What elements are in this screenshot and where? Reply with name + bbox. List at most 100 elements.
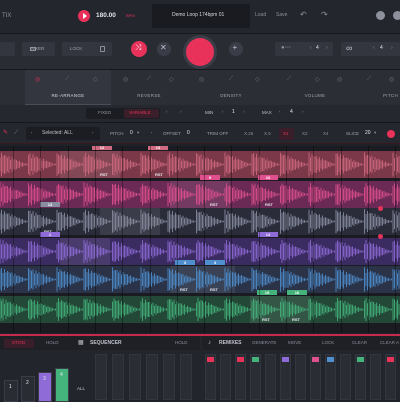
slice-number-flag[interactable]: 3 [175,260,195,265]
save-button[interactable]: Save [276,13,287,18]
chevron-right-icon[interactable]: › [180,109,182,115]
load-button[interactable]: Load [255,13,266,18]
speed-x1-active[interactable]: X1 [279,128,294,140]
waveform-lane[interactable]: 114RST [0,232,400,265]
hold-toggle[interactable]: HOLD [175,340,188,346]
chevron-left-icon[interactable]: ‹ [279,109,281,115]
lock-button[interactable]: LOCK [62,42,112,56]
sequencer-pad[interactable]: 4 [55,368,69,402]
left-stepper[interactable]: ●◦◦◦ ‹ 4 › [275,42,333,56]
slice-number-flag[interactable]: 10 [258,175,278,180]
main-record-button[interactable] [186,38,214,66]
lock-remix-button[interactable]: LOCK [322,340,334,346]
tab-reverse[interactable]: ◎ ⟋ ◇ REVERSE [111,70,187,105]
speed-x2[interactable]: X2 [302,131,308,137]
move-button[interactable]: MOVE [288,340,301,346]
sequencer-step[interactable] [112,354,124,400]
clear-button[interactable]: ✕ [157,42,171,56]
slice-number-flag[interactable]: 13 [40,202,60,207]
bpm-value[interactable]: 180.00 [96,12,116,20]
info-icon[interactable] [393,11,400,20]
sequencer-step[interactable] [163,354,175,400]
record-indicator-icon[interactable] [387,130,395,138]
chevron-right-icon[interactable]: › [243,109,245,115]
pitch-value[interactable]: 0 [130,131,133,136]
slice-number-flag[interactable]: 9 [200,175,220,180]
settings-icon[interactable] [376,11,385,20]
sequencer-step[interactable] [146,354,158,400]
remix-slot[interactable] [265,354,276,400]
chevron-right-icon[interactable]: › [302,109,304,115]
playhead-icon[interactable] [378,234,383,239]
chevron-down-icon[interactable]: ▾ [137,130,139,136]
loop-stepper[interactable]: ∞ ‹ 4 › [341,42,400,56]
tab-density[interactable]: ◎ ⟋ ◇ DENSITY [187,70,275,105]
waveform-lane[interactable]: 3 4 RST RST [0,260,400,293]
tab-pitch[interactable]: ⟋ ◎ PITCH [355,70,400,105]
sequencer-pad[interactable]: 1 [4,380,18,402]
redo-icon[interactable]: ↷ [321,11,328,19]
chevron-right-icon[interactable]: › [326,46,328,51]
sequencer-pad[interactable]: 2 [21,376,35,402]
all-label[interactable]: ALL [77,386,85,392]
speed-x05[interactable]: X.5 [264,131,271,137]
chevron-right-icon[interactable]: › [92,130,94,136]
sequencer-step[interactable] [180,354,192,400]
tab-re-arrange[interactable]: ◎ ⟋ ◇ RE-ARRANGE [25,70,111,105]
chevron-left-icon[interactable]: ‹ [373,46,375,51]
play-button[interactable] [78,10,90,22]
undo-icon[interactable]: ↶ [300,11,307,19]
waveform-lane[interactable]: 13 RST [0,202,400,235]
slice-number-flag[interactable]: 16 [287,290,307,295]
waveform-lane[interactable]: 12 13 RST RST [0,146,400,178]
sequencer-pad[interactable]: 3 [38,372,52,402]
chevron-left-icon[interactable]: ‹ [151,130,153,136]
remix-slot[interactable] [295,354,306,400]
preset-display[interactable]: Demo Loop 174bpm 01 [152,4,250,28]
selection-dropdown[interactable]: ‹ Selected: ALL › [26,127,100,140]
chevron-left-icon[interactable]: ‹ [166,109,168,115]
remix-slot[interactable] [220,354,231,400]
chevron-down-icon[interactable]: ▾ [374,130,376,136]
waveform-lane[interactable]: 15 16 RST RST [0,290,400,323]
waveform-lane[interactable]: 9 10 RST RST [0,175,400,208]
chevron-left-icon[interactable]: ‹ [310,46,312,51]
remix-slot[interactable] [385,354,396,400]
remix-slot[interactable] [250,354,261,400]
mode-toggle[interactable]: FIXED VARIABLE [86,108,160,119]
remix-slot[interactable] [205,354,216,400]
main-button-ring[interactable] [183,35,217,69]
oton-tab[interactable]: OTON [4,339,34,348]
hold-tab[interactable]: HOLD [46,340,59,346]
sequencer-step[interactable] [95,354,107,400]
chevron-right-icon[interactable]: › [391,46,393,51]
pencil-icon[interactable]: ✎ [3,130,8,136]
pencil-alt-icon[interactable]: ⟋ [14,130,18,136]
chevron-left-icon[interactable]: ‹ [222,109,224,115]
slice-number-flag[interactable]: 13 [148,146,168,150]
generate-button[interactable]: GENERATE [252,340,276,346]
playhead-icon[interactable] [378,206,383,211]
slice-number-flag[interactable]: 14 [258,232,278,237]
remix-slot[interactable] [280,354,291,400]
slice-number-flag[interactable]: 15 [257,290,277,295]
chevron-left-icon[interactable]: ‹ [31,130,33,136]
sequencer-step[interactable] [129,354,141,400]
shuffle-button[interactable]: ⤨ [131,41,147,57]
clear-button[interactable]: CLEAR [352,340,367,346]
add-button[interactable]: + [229,42,243,56]
trim-toggle[interactable]: TRIM OFF [207,131,228,137]
remix-slot[interactable] [370,354,381,400]
remix-slot[interactable] [340,354,351,400]
remix-slot[interactable] [235,354,246,400]
speed-x4[interactable]: X4 [323,131,329,137]
remix-slot[interactable] [325,354,336,400]
tab-volume[interactable]: ⟋ ◇ ◎ VOLUME [275,70,355,105]
slice-number-flag[interactable]: 4 [205,260,225,265]
menu-button[interactable] [0,42,15,56]
slice-value[interactable]: 20 [365,131,371,136]
speed-x025[interactable]: X.25 [244,131,253,137]
variable-option[interactable]: VARIABLE [124,109,159,118]
slice-number-flag[interactable]: 1 [40,232,60,237]
remix-slot[interactable] [355,354,366,400]
